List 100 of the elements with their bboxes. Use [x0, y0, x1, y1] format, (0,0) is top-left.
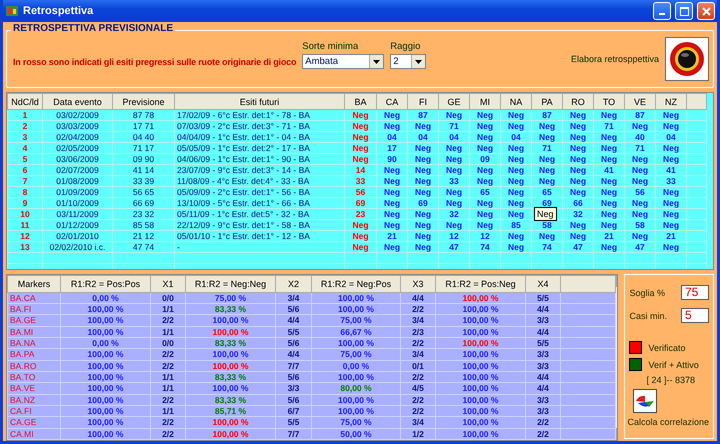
table-cell: 32: [438, 208, 470, 220]
table-cell: 66 69: [112, 198, 174, 208]
table-cell: 1: [8, 110, 42, 120]
table-cell: 2/2: [400, 371, 436, 383]
legend-label: Verificato: [648, 342, 686, 352]
column-header[interactable]: VE: [624, 94, 656, 110]
table-cell: 47: [562, 242, 594, 252]
info-note: In rosso sono indicati gli esiti pregressi sulle ruote originarie di gioco: [13, 56, 296, 68]
minimize-button[interactable]: [653, 2, 671, 20]
column-header[interactable]: FI: [408, 94, 438, 110]
table-cell: 03/02/2009: [42, 110, 112, 120]
table-cell: Neg: [656, 120, 686, 132]
table-cell: 5/5: [526, 292, 560, 304]
table-cell: 7/7: [276, 428, 312, 440]
table-cell: 58: [624, 220, 656, 230]
table-cell: 6: [8, 164, 42, 176]
table-cell: Neg: [408, 154, 438, 164]
column-header[interactable]: MI: [470, 94, 500, 110]
table-cell: 33: [656, 176, 686, 186]
table-cell: 0,00 %: [312, 360, 400, 372]
run-button[interactable]: [665, 37, 709, 81]
table-cell: 23: [344, 208, 376, 220]
table-cell: 3/4: [400, 314, 436, 326]
column-header[interactable]: X3: [400, 276, 436, 292]
table-cell: 87: [624, 110, 656, 120]
table-cell: 100,00 %: [436, 428, 526, 440]
table-cell: 71 17: [112, 142, 174, 154]
column-header[interactable]: TO: [594, 94, 624, 110]
table-cell: 5/5: [276, 416, 312, 428]
column-header[interactable]: PA: [532, 94, 562, 110]
table-cell: -: [174, 242, 344, 252]
table-cell: 1/1: [150, 326, 186, 338]
table-cell: BA.RO: [8, 360, 60, 372]
correlation-button[interactable]: [633, 389, 658, 413]
table-cell: 5/6: [276, 337, 312, 349]
table-cell: 2/2: [526, 416, 560, 428]
table-cell: Neg: [656, 186, 686, 198]
table-cell: 85 58: [112, 220, 174, 230]
table-cell: Neg: [624, 154, 656, 164]
table-cell: Neg: [344, 230, 376, 242]
column-header[interactable]: NA: [500, 94, 532, 110]
column-header[interactable]: RO: [562, 94, 594, 110]
column-header[interactable]: Esiti futuri: [174, 94, 344, 110]
app-icon: [5, 4, 19, 18]
casi-field[interactable]: 5: [681, 308, 709, 323]
column-header[interactable]: Data evento: [42, 94, 112, 110]
table-cell: 87: [532, 110, 562, 120]
table-cell: Neg: [562, 154, 594, 164]
table-cell: 100,00 %: [60, 416, 150, 428]
table-cell: Neg: [594, 186, 624, 198]
column-header[interactable]: X1: [150, 276, 186, 292]
table-cell: 56 65: [112, 186, 174, 198]
table-cell: Neg: [470, 198, 500, 208]
table-cell: 100,00 %: [60, 326, 150, 338]
column-header[interactable]: R1:R2 = Pos:Neg: [436, 276, 526, 292]
close-button[interactable]: [697, 2, 715, 20]
table-cell: 04: [656, 132, 686, 142]
table-cell: Neg: [344, 110, 376, 120]
table-cell: 01/08/2009: [42, 176, 112, 186]
chart-arrows-icon: [635, 393, 656, 409]
table-cell: 3/4: [400, 348, 436, 360]
table-cell: 01/10/2009: [42, 198, 112, 208]
table-cell: 83,33 %: [186, 303, 276, 315]
raggio-dropdown[interactable]: 2: [390, 54, 426, 69]
table-cell: 47: [438, 242, 470, 252]
column-header[interactable]: R1:R2 = Neg:Pos: [312, 276, 400, 292]
table-cell: 65: [532, 186, 562, 198]
table-cell: 100,00 %: [186, 428, 276, 440]
table-cell: 100,00 %: [436, 337, 526, 349]
table-cell: 2/3: [400, 326, 436, 338]
table-cell: 87: [408, 110, 438, 120]
soglia-field[interactable]: 75: [681, 285, 709, 300]
button-label: Calcola correlazione: [627, 417, 709, 427]
column-header[interactable]: Previsione: [112, 94, 174, 110]
column-header[interactable]: R1:R2 = Pos:Pos: [60, 276, 150, 292]
table-cell: Neg: [376, 120, 408, 132]
column-header[interactable]: CA: [376, 94, 408, 110]
table-cell: 23 32: [112, 208, 174, 220]
column-header[interactable]: X4: [526, 276, 560, 292]
column-header[interactable]: Markers: [8, 276, 60, 292]
table-cell: 100,00 %: [60, 314, 150, 326]
table-cell: 83,33 %: [186, 337, 276, 349]
column-header[interactable]: BA: [344, 94, 376, 110]
table-cell: 1/1: [150, 382, 186, 394]
sorte-dropdown[interactable]: Ambata: [302, 54, 384, 69]
group-title: RETROSPETTIVA PREVISIONALE: [11, 23, 176, 34]
column-header[interactable]: NZ: [656, 94, 686, 110]
table-cell: Neg: [470, 132, 500, 142]
table-cell: Neg: [438, 186, 470, 198]
table-cell: 74: [470, 242, 500, 252]
maximize-button[interactable]: [675, 2, 693, 20]
column-header[interactable]: NdC/ld: [8, 94, 42, 110]
column-header[interactable]: R1:R2 = Neg:Neg: [186, 276, 276, 292]
table-cell: CA.GE: [8, 416, 60, 428]
table-cell: 02/02/2010 i.c.: [42, 242, 112, 252]
table-cell: 5/6: [276, 394, 312, 406]
column-header[interactable]: GE: [438, 94, 470, 110]
table-cell: Neg: [438, 198, 470, 208]
table-cell: 5/6: [276, 371, 312, 383]
column-header[interactable]: X2: [276, 276, 312, 292]
